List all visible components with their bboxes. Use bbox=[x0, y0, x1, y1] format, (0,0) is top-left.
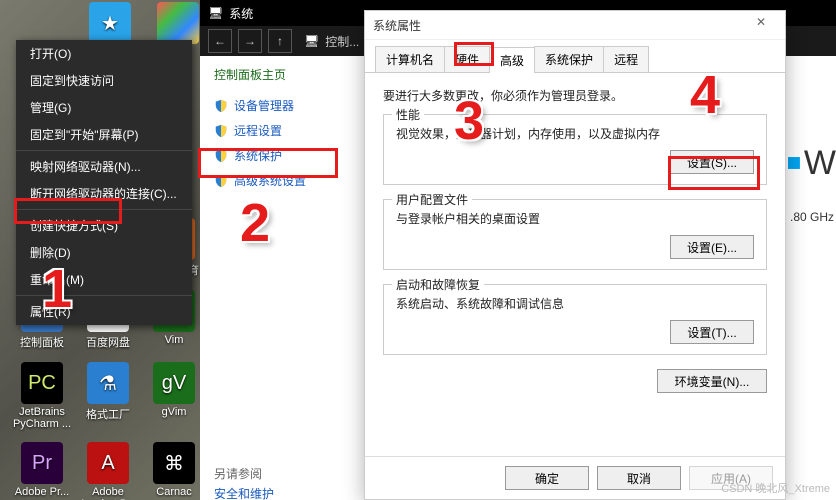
shield-icon bbox=[214, 124, 228, 138]
watermark: CSDN 晚北风_Xtreme bbox=[721, 480, 830, 496]
tab-remote[interactable]: 远程 bbox=[603, 46, 649, 72]
shield-icon bbox=[214, 99, 228, 113]
ok-button[interactable]: 确定 bbox=[505, 466, 589, 490]
see-also-label: 另请参阅 bbox=[214, 465, 262, 482]
ctx-separator bbox=[16, 150, 192, 151]
performance-group: 性能 视觉效果，处理器计划，内存使用，以及虚拟内存 设置(S)... bbox=[383, 114, 767, 185]
user-profiles-group: 用户配置文件 与登录帐户相关的桌面设置 设置(E)... bbox=[383, 199, 767, 270]
context-menu: 打开(O) 固定到快速访问 管理(G) 固定到"开始"屏幕(P) 映射网络驱动器… bbox=[16, 40, 192, 325]
dialog-body: 要进行大多数更改，你必须作为管理员登录。 性能 视觉效果，处理器计划，内存使用，… bbox=[365, 73, 785, 407]
group-label: 性能 bbox=[392, 106, 424, 123]
startup-recovery-settings-button[interactable]: 设置(T)... bbox=[670, 320, 754, 344]
ctx-delete[interactable]: 删除(D) bbox=[16, 239, 192, 266]
system-properties-dialog: 系统属性 ✕ 计算机名 硬件 高级 系统保护 远程 要进行大多数更改，你必须作为… bbox=[364, 10, 786, 500]
tab-advanced[interactable]: 高级 bbox=[489, 47, 535, 73]
ctx-manage[interactable]: 管理(G) bbox=[16, 94, 192, 121]
ctx-disconnect-drive[interactable]: 断开网络驱动器的连接(C)... bbox=[16, 180, 192, 207]
desktop-icon[interactable]: AAdobe Acrobat D... bbox=[78, 442, 138, 500]
shield-icon bbox=[214, 174, 228, 188]
sidebar-link-advanced-system-settings[interactable]: 高级系统设置 bbox=[214, 168, 374, 193]
tab-hardware[interactable]: 硬件 bbox=[444, 46, 490, 72]
dialog-title: 系统属性 bbox=[373, 17, 421, 34]
ctx-create-shortcut[interactable]: 创建快捷方式(S) bbox=[16, 212, 192, 239]
desktop-icon[interactable]: PCJetBrains PyCharm ... bbox=[12, 362, 72, 430]
user-profiles-desc: 与登录帐户相关的桌面设置 bbox=[396, 210, 754, 227]
group-label: 用户配置文件 bbox=[392, 191, 472, 208]
breadcrumb[interactable]: 控制... bbox=[325, 33, 359, 50]
admin-note: 要进行大多数更改，你必须作为管理员登录。 bbox=[383, 87, 767, 104]
nav-fwd-button[interactable]: → bbox=[238, 29, 262, 53]
tab-computer-name[interactable]: 计算机名 bbox=[375, 46, 445, 72]
user-profiles-settings-button[interactable]: 设置(E)... bbox=[670, 235, 754, 259]
close-icon[interactable]: ✕ bbox=[745, 15, 777, 35]
performance-desc: 视觉效果，处理器计划，内存使用，以及虚拟内存 bbox=[396, 125, 754, 142]
ctx-map-drive[interactable]: 映射网络驱动器(N)... bbox=[16, 153, 192, 180]
dialog-title-bar: 系统属性 ✕ bbox=[365, 11, 785, 40]
window-icon: 🖥 bbox=[208, 6, 223, 20]
desktop-icon[interactable]: ⌘Carnac bbox=[144, 442, 204, 498]
sidebar-link-system-protection[interactable]: 系统保护 bbox=[214, 143, 374, 168]
see-also-link[interactable]: 安全和维护 bbox=[214, 485, 274, 500]
desktop-icon[interactable]: ⚗格式工厂 bbox=[78, 362, 138, 422]
desktop-icon[interactable]: gVgVim bbox=[144, 362, 204, 418]
startup-recovery-group: 启动和故障恢复 系统启动、系统故障和调试信息 设置(T)... bbox=[383, 284, 767, 355]
tab-bar: 计算机名 硬件 高级 系统保护 远程 bbox=[365, 40, 785, 73]
ctx-pin-quick[interactable]: 固定到快速访问 bbox=[16, 67, 192, 94]
sidebar-link-device-manager[interactable]: 设备管理器 bbox=[214, 93, 374, 118]
right-partial-window bbox=[788, 56, 836, 500]
ctx-open[interactable]: 打开(O) bbox=[16, 40, 192, 67]
ctx-properties[interactable]: 属性(R) bbox=[16, 298, 192, 325]
shield-icon bbox=[214, 149, 228, 163]
group-label: 启动和故障恢复 bbox=[392, 276, 484, 293]
ctx-rename[interactable]: 重命名(M) bbox=[16, 266, 192, 293]
ctx-separator bbox=[16, 295, 192, 296]
startup-recovery-desc: 系统启动、系统故障和调试信息 bbox=[396, 295, 754, 312]
ctx-separator bbox=[16, 209, 192, 210]
desktop-icon[interactable]: PrAdobe Pr... bbox=[12, 442, 72, 498]
nav-back-button[interactable]: ← bbox=[208, 29, 232, 53]
tab-system-protection[interactable]: 系统保护 bbox=[534, 46, 604, 72]
performance-settings-button[interactable]: 设置(S)... bbox=[670, 150, 754, 174]
cancel-button[interactable]: 取消 bbox=[597, 466, 681, 490]
environment-variables-button[interactable]: 环境变量(N)... bbox=[657, 369, 767, 393]
ctx-pin-start[interactable]: 固定到"开始"屏幕(P) bbox=[16, 121, 192, 148]
sidebar-link-remote-settings[interactable]: 远程设置 bbox=[214, 118, 374, 143]
cpu-frequency-text: .80 GHz bbox=[790, 210, 834, 224]
sidebar-header[interactable]: 控制面板主页 bbox=[214, 66, 374, 83]
control-panel-sidebar: 控制面板主页 设备管理器 远程设置 系统保护 高级系统设置 另请参阅 安全和维护 bbox=[200, 56, 375, 500]
window-title: 系统 bbox=[229, 5, 253, 22]
windows-logo-icon: W bbox=[788, 128, 836, 198]
nav-up-button[interactable]: ↑ bbox=[268, 29, 292, 53]
